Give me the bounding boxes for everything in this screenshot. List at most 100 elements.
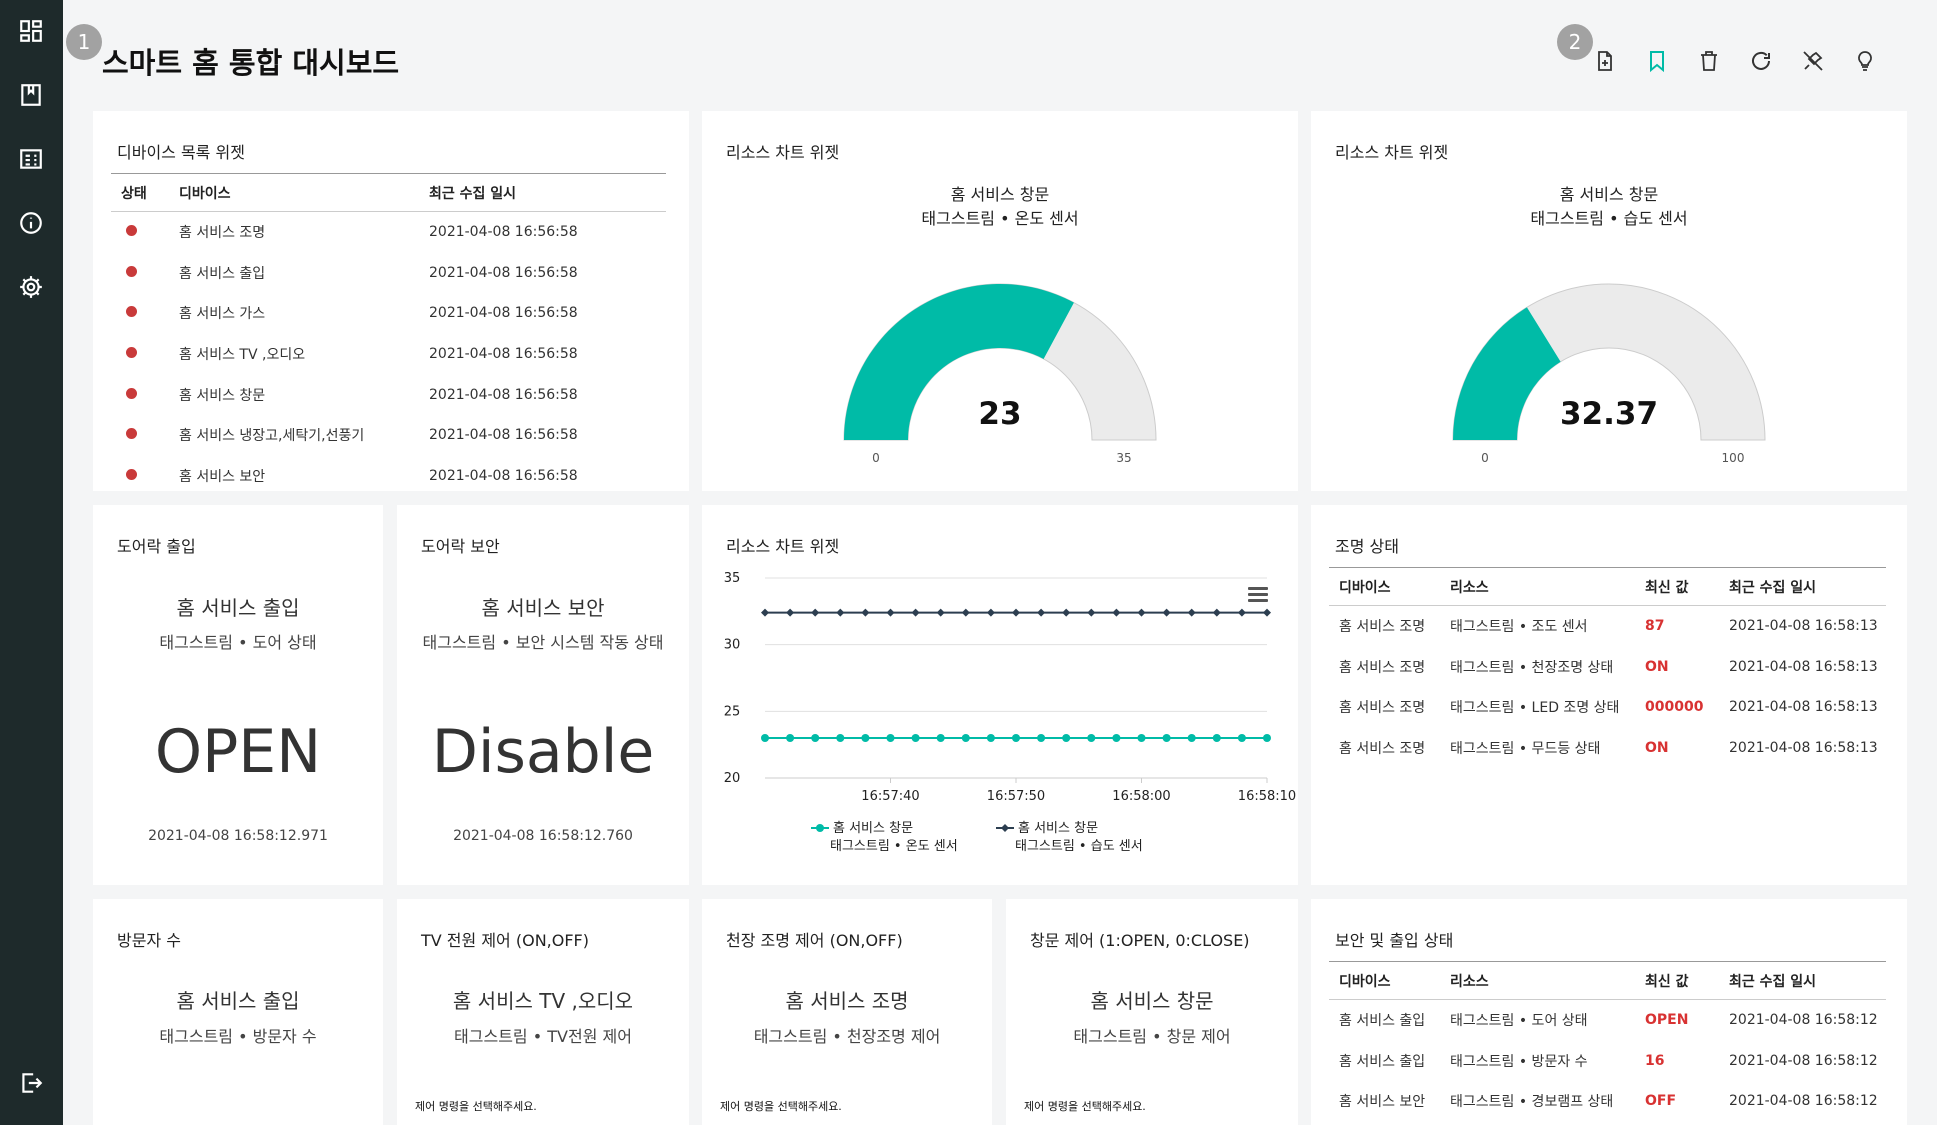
status-dot (111, 374, 169, 415)
add-file-icon[interactable] (1590, 46, 1620, 76)
table-row[interactable]: 홈 서비스 조명 2021-04-08 16:56:58 (111, 212, 666, 253)
device-name: 홈 서비스 창문 (179, 387, 266, 404)
latest-value: OFF (1645, 1093, 1677, 1110)
data-point (911, 608, 920, 617)
table-row[interactable]: 홈 서비스 창문 2021-04-08 16:56:58 (111, 374, 666, 415)
table-row[interactable]: 홈 서비스 조명 태그스트림 • 조도 센서 87 2021-04-08 16:58:… (1329, 606, 1886, 647)
data-point (1162, 734, 1171, 742)
resource-name: 태그스트림 • LED 조명 상태 (1450, 700, 1620, 717)
data-point (811, 608, 820, 617)
table-row[interactable]: 홈 서비스 조명 태그스트림 • 천장조명 상태 ON 2021-04-08 16:5… (1329, 646, 1886, 687)
table-row[interactable]: 홈 서비스 출입 태그스트림 • 방문자 수 16 2021-04-08 16:58:… (1329, 1040, 1886, 1081)
col-value: 최신 값 (1635, 567, 1719, 606)
table-row[interactable]: 홈 서비스 보안 태그스트림 • 경보램프 상태 OFF 2021-04-08 16:… (1329, 1081, 1886, 1122)
card-title: 디바이스 목록 위젯 (117, 143, 245, 162)
data-point (1037, 734, 1046, 742)
table-row[interactable]: 홈 서비스 보안 2021-04-08 16:56:58 (111, 456, 666, 497)
x-tick-label: 16:58:00 (1112, 789, 1170, 804)
gauge-max-label: 100 (1722, 451, 1745, 465)
legend-label: 홈 서비스 창문 (1018, 821, 1098, 836)
collected-time: 2021-04-08 16:56:58 (429, 427, 578, 444)
gear-icon[interactable] (17, 273, 45, 301)
control-hint[interactable]: 제어 명령을 선택해주세요. (720, 1098, 842, 1114)
table-row[interactable]: 홈 서비스 출입 태그스트림 • 도어 상태 OPEN 2021-04-08 16:5… (1329, 1000, 1886, 1041)
info-icon[interactable] (17, 209, 45, 237)
card-title: 천장 조명 제어 (ON,OFF) (726, 931, 903, 950)
device-name: 홈 서비스 조명 (1339, 659, 1426, 676)
step-marker-2: 2 (1557, 24, 1593, 60)
data-point (861, 734, 870, 742)
control-hint[interactable]: 제어 명령을 선택해주세요. (1024, 1098, 1146, 1114)
collected-time: 2021-04-08 16:56:58 (429, 386, 578, 403)
device-table: 상태 디바이스 최근 수집 일시 홈 서비스 조명 2021-04-08 16:5… (111, 173, 666, 496)
data-point (986, 734, 995, 742)
resource-name: 태그스트림 • 조도 센서 (1450, 619, 1588, 636)
data-point (1162, 608, 1171, 617)
lighting-table: 디바이스 리소스 최신 값 최근 수집 일시 홈 서비스 조명 태그스트림 • 조… (1329, 567, 1886, 768)
page-title: 스마트 홈 통합 대시보드 (102, 46, 400, 80)
trash-icon[interactable] (1694, 46, 1724, 76)
resource-sub: 태그스트림 • 창문 제어 (1073, 1027, 1231, 1046)
col-device: 디바이스 (1329, 961, 1440, 1000)
data-point (1087, 734, 1096, 742)
table-row[interactable]: 홈 서비스 TV ,오디오 2021-04-08 16:56:58 (111, 334, 666, 375)
door-access-card: 도어락 출입 홈 서비스 출입 태그스트림 • 도어 상태 OPEN 2021-… (93, 505, 383, 885)
x-tick-label: 16:57:40 (861, 789, 919, 804)
ceiling-light-card: 천장 조명 제어 (ON,OFF) 홈 서비스 조명 태그스트림 • 천장조명 … (702, 899, 992, 1125)
bookmark-icon[interactable] (1642, 46, 1672, 76)
resource-name: 홈 서비스 조명 (785, 989, 909, 1013)
status-dot (111, 293, 169, 334)
table-row[interactable]: 홈 서비스 냉장고,세탁기,선풍기 2021-04-08 16:56:58 (111, 415, 666, 456)
card-title: 창문 제어 (1:OPEN, 0:CLOSE) (1030, 931, 1250, 950)
resource-name: 홈 서비스 출입 (176, 989, 300, 1013)
table-row[interactable]: 홈 서비스 조명 태그스트림 • 무드등 상태 ON 2021-04-08 16:58… (1329, 728, 1886, 769)
table-row[interactable]: 홈 서비스 가스 2021-04-08 16:56:58 (111, 293, 666, 334)
book-icon[interactable] (17, 81, 45, 109)
logout-icon[interactable] (17, 1069, 45, 1097)
refresh-icon[interactable] (1746, 46, 1776, 76)
table-row[interactable]: 홈 서비스 조명 태그스트림 • LED 조명 상태 000000 2021-04-0… (1329, 687, 1886, 728)
x-tick-label: 16:57:50 (987, 789, 1045, 804)
col-resource: 리소스 (1440, 961, 1635, 1000)
control-hint[interactable]: 제어 명령을 선택해주세요. (415, 1098, 537, 1114)
security-status-value: Disable (431, 717, 655, 787)
data-point (1187, 734, 1196, 742)
table-row[interactable]: 홈 서비스 출입 2021-04-08 16:56:58 (111, 252, 666, 293)
device-list-card: 디바이스 목록 위젯 상태 디바이스 최근 수집 일시 홈 서비스 조명 2021… (93, 111, 763, 491)
data-point (836, 608, 845, 617)
step-marker-1: 1 (66, 24, 102, 60)
report-icon[interactable] (17, 145, 45, 173)
data-point (811, 734, 820, 742)
device-name: 홈 서비스 출입 (179, 265, 266, 282)
col-value: 최신 값 (1635, 961, 1719, 1000)
gauge-chart: 23 0 35 (843, 283, 1157, 465)
dashboard-grid-icon[interactable] (17, 17, 45, 45)
device-name: 홈 서비스 조명 (1339, 740, 1426, 757)
latest-value: OPEN (1645, 1012, 1689, 1029)
data-point (1037, 608, 1046, 617)
unpin-icon[interactable] (1798, 46, 1828, 76)
gauge-card-humidity: 리소스 차트 위젯 홈 서비스 창문 태그스트림 • 습도 센서 32.37 0… (1311, 111, 1907, 491)
collected-time: 2021-04-08 16:58:12 (1729, 1012, 1878, 1029)
gauge-value: 23 (978, 396, 1021, 432)
lightbulb-icon[interactable] (1850, 46, 1880, 76)
data-point (761, 608, 769, 617)
gauge-chart: 32.37 0 100 (1452, 283, 1766, 465)
collected-time: 2021-04-08 16:56:58 (429, 224, 578, 241)
collected-time: 2021-04-08 16:58:13 (1729, 699, 1878, 716)
resource-name: 태그스트림 • 경보램프 상태 (1450, 1094, 1614, 1111)
data-point (1062, 734, 1071, 742)
gauge-max-label: 35 (1116, 451, 1131, 465)
window-control-card: 창문 제어 (1:OPEN, 0:CLOSE) 홈 서비스 창문 태그스트림 •… (1006, 899, 1298, 1125)
y-tick-label: 30 (724, 638, 741, 653)
device-name: 홈 서비스 조명 (1339, 619, 1426, 636)
device-name: 홈 서비스 가스 (179, 306, 266, 323)
data-point (886, 734, 895, 742)
device-name: 홈 서비스 출입 (1339, 1053, 1426, 1070)
data-point (1112, 734, 1121, 742)
resource-name: 태그스트림 • 도어 상태 (1450, 1013, 1588, 1030)
data-point (1062, 608, 1071, 617)
gauge-fill (844, 283, 1074, 440)
legend-marker (816, 824, 824, 832)
data-point (961, 734, 970, 742)
